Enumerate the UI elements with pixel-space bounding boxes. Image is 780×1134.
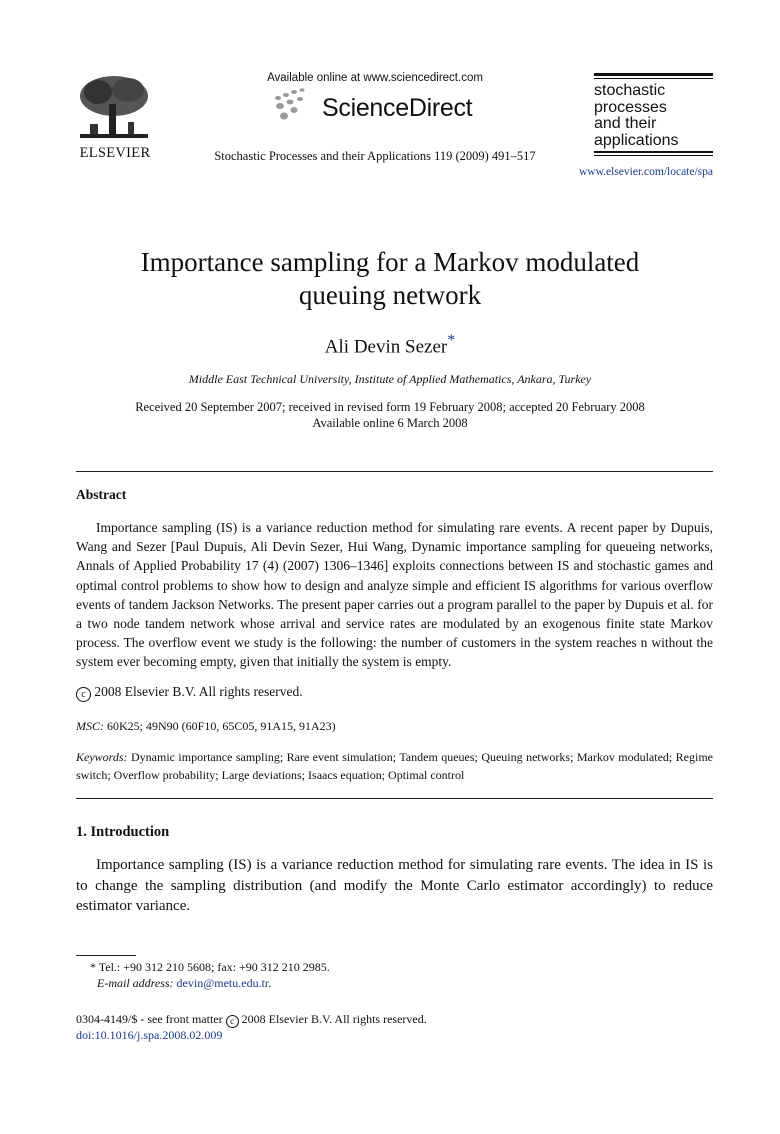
- journal-logo: stochastic processes and their applicati…: [594, 73, 713, 156]
- front-matter: 0304-4149/$ - see front matter c 2008 El…: [76, 1012, 427, 1028]
- article-dates: Received 20 September 2007; received in …: [60, 400, 720, 431]
- title-line: queuing network: [298, 280, 482, 310]
- author-line: Ali Devin Sezer*: [60, 332, 720, 358]
- journal-logo-title: stochastic processes and their applicati…: [594, 79, 713, 151]
- sciencedirect-wordmark: ScienceDirect: [322, 94, 473, 122]
- article-title: Importance sampling for a Markov modulat…: [60, 246, 720, 312]
- msc-label: MSC:: [76, 719, 104, 733]
- footnote-rule: [76, 955, 136, 956]
- journal-logo-line: and their: [594, 115, 657, 132]
- abstract-heading: Abstract: [76, 487, 127, 502]
- email-label: E-mail address:: [97, 976, 174, 990]
- author-name: Ali Devin Sezer: [324, 336, 448, 358]
- copyright-icon: c: [225, 1015, 239, 1028]
- divider-bottom: [76, 798, 713, 799]
- affiliation: Middle East Technical University, Instit…: [188, 372, 592, 386]
- sciencedirect-logo[interactable]: ScienceDirect: [270, 86, 500, 126]
- journal-reference: Stochastic Processes and their Applicati…: [214, 149, 536, 163]
- copyright-text: 2008 Elsevier B.V. All rights reserved.: [94, 684, 303, 699]
- front-matter-copyright: 2008 Elsevier B.V. All rights reserved.: [241, 1012, 427, 1026]
- title-line: Importance sampling for a Markov modulat…: [140, 247, 640, 277]
- logo-rule-bottom: [594, 151, 713, 153]
- logo-rule-bottom-thin: [594, 155, 713, 156]
- elsevier-tree-icon: [80, 76, 148, 138]
- introduction-body: Importance sampling (IS) is a variance r…: [76, 855, 713, 917]
- journal-url-link[interactable]: www.elsevier.com/locate/spa: [520, 166, 713, 178]
- keywords: Keywords: Dynamic importance sampling; R…: [76, 749, 713, 784]
- copyright-icon: c: [76, 687, 91, 702]
- abstract-paragraph: Importance sampling (IS) is a variance r…: [76, 520, 713, 670]
- elsevier-logo: ELSEVIER: [76, 74, 154, 161]
- divider-top: [76, 471, 713, 472]
- abstract-copyright: c 2008 Elsevier B.V. All rights reserved…: [76, 684, 303, 702]
- sciencedirect-dots-icon: [275, 88, 305, 120]
- available-online-text[interactable]: Available online at www.sciencedirect.co…: [230, 72, 520, 84]
- keywords-value: Dynamic importance sampling; Rare event …: [76, 750, 714, 782]
- introduction-paragraph: Importance sampling (IS) is a variance r…: [76, 857, 713, 914]
- keywords-label: Keywords:: [76, 750, 128, 764]
- msc-codes: MSC: 60K25; 49N90 (60F10, 65C05, 91A15, …: [76, 719, 336, 734]
- received-dates: Received 20 September 2007; received in …: [135, 400, 645, 414]
- journal-logo-line: applications: [594, 131, 679, 149]
- logo-rule-top: [594, 73, 713, 76]
- abstract-body: Importance sampling (IS) is a variance r…: [76, 518, 713, 672]
- journal-logo-line: stochastic: [594, 82, 666, 99]
- footnote-contact: * Tel.: +90 312 210 5608; fax: +90 312 2…: [90, 960, 330, 974]
- journal-logo-line: processes: [594, 98, 667, 116]
- author-footnote-link[interactable]: *: [447, 332, 455, 349]
- doi-link[interactable]: doi:10.1016/j.spa.2008.02.009: [76, 1028, 222, 1043]
- section-heading-introduction: 1. Introduction: [76, 824, 170, 840]
- email-link[interactable]: devin@metu.edu.tr: [177, 976, 269, 990]
- elsevier-wordmark: ELSEVIER: [79, 145, 151, 161]
- issn-text: 0304-4149/$ - see front matter: [76, 1012, 223, 1026]
- footnote-email: E-mail address: devin@metu.edu.tr.: [97, 976, 271, 991]
- available-date: Available online 6 March 2008: [312, 415, 468, 430]
- email-trail: .: [268, 976, 272, 990]
- msc-value: 60K25; 49N90 (60F10, 65C05, 91A15, 91A23…: [107, 719, 336, 733]
